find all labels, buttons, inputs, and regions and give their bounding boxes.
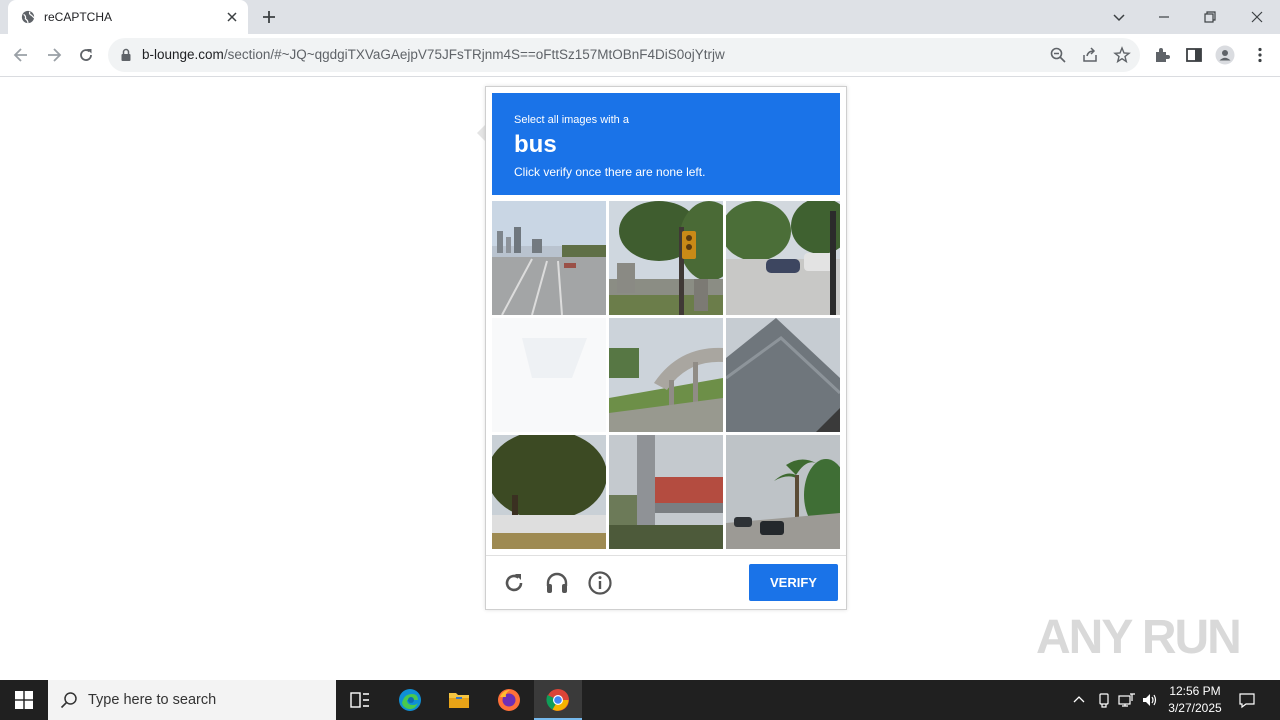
url-host: b-lounge.com: [142, 47, 224, 62]
globe-icon: [21, 10, 35, 24]
tile-image: [609, 318, 723, 432]
challenge-target: bus: [514, 131, 557, 158]
search-icon: [60, 692, 77, 709]
back-arrow-icon[interactable]: [11, 45, 31, 65]
share-icon[interactable]: [1081, 46, 1099, 64]
info-icon[interactable]: [587, 570, 613, 596]
tab-close-icon[interactable]: [224, 9, 240, 25]
taskbar-firefox[interactable]: [485, 680, 533, 720]
window-close-icon[interactable]: [1247, 7, 1267, 27]
tile-image: [492, 201, 606, 315]
new-tab-plus-icon[interactable]: [260, 8, 278, 26]
recaptcha-challenge: Select all images with a bus Click verif…: [485, 86, 847, 610]
lock-icon[interactable]: [119, 48, 133, 62]
reload-icon[interactable]: [76, 45, 96, 65]
tile-image: [492, 435, 606, 549]
tile-stadium-roof[interactable]: [726, 318, 840, 432]
clock-date: 3/27/2025: [1168, 701, 1222, 715]
taskbar-file-explorer[interactable]: [435, 680, 483, 720]
challenge-footer: VERIFY: [486, 555, 846, 610]
tray-chevron-up-icon[interactable]: [1070, 691, 1088, 709]
verify-button[interactable]: VERIFY: [749, 564, 838, 601]
forward-arrow-icon[interactable]: [44, 45, 64, 65]
reload-challenge-icon[interactable]: [501, 570, 527, 596]
clock-time: 12:56 PM: [1169, 684, 1221, 698]
task-view-icon: [350, 692, 369, 708]
volume-icon[interactable]: [1141, 691, 1159, 709]
notification-icon[interactable]: [1238, 691, 1256, 709]
tile-overpass[interactable]: [609, 318, 723, 432]
tile-palm-street[interactable]: [726, 435, 840, 549]
taskbar-search-box[interactable]: Type here to search: [48, 680, 336, 720]
instruction-line1: Select all images with a: [514, 114, 629, 126]
tile-image: [609, 201, 723, 315]
challenge-banner: Select all images with a bus Click verif…: [492, 93, 840, 195]
windows-taskbar: Type here to search 12:56 PM 3/27/2025: [0, 680, 1280, 720]
windows-start-icon[interactable]: [15, 691, 33, 709]
instruction-line2: Click verify once there are none left.: [514, 165, 706, 179]
tile-parked-cars[interactable]: [726, 201, 840, 315]
browser-toolbar: b-lounge.com/section/#~JQ~qgdgiTXVaGAejp…: [0, 34, 1280, 77]
anyrun-watermark: ANY RUN: [1036, 611, 1242, 664]
url-path: /section/#~JQ~qgdgiTXVaGAejpV75JFsTRjnm4…: [223, 47, 725, 62]
firefox-icon: [498, 689, 520, 711]
tile-traffic-light[interactable]: [609, 201, 723, 315]
tile-image: [726, 435, 840, 549]
tile-bridge-pillar[interactable]: [609, 435, 723, 549]
search-placeholder: Type here to search: [88, 692, 217, 708]
tab-strip: reCAPTCHA: [0, 0, 1280, 34]
tile-image: [726, 318, 840, 432]
profile-avatar-icon[interactable]: [1215, 45, 1235, 65]
taskbar-chrome[interactable]: [534, 680, 582, 720]
tile-faded-blank[interactable]: [492, 318, 606, 432]
tab-title: reCAPTCHA: [44, 10, 113, 24]
image-grid: [492, 201, 840, 549]
network-icon[interactable]: [1118, 691, 1136, 709]
chrome-icon: [546, 689, 569, 711]
task-view-button[interactable]: [336, 680, 384, 720]
tile-tree[interactable]: [492, 435, 606, 549]
taskbar-clock[interactable]: 12:56 PM 3/27/2025: [1160, 683, 1230, 717]
side-panel-icon[interactable]: [1184, 45, 1204, 65]
tab-recaptcha[interactable]: reCAPTCHA: [8, 0, 248, 34]
usb-device-icon[interactable]: [1095, 691, 1113, 709]
tile-image: [609, 435, 723, 549]
menu-dots-icon[interactable]: [1250, 45, 1270, 65]
minimize-icon[interactable]: [1154, 7, 1174, 27]
bookmark-star-icon[interactable]: [1113, 46, 1131, 64]
taskbar-edge[interactable]: [386, 680, 434, 720]
tile-image: [726, 201, 840, 315]
address-bar[interactable]: b-lounge.com/section/#~JQ~qgdgiTXVaGAejp…: [108, 38, 1140, 72]
extensions-puzzle-icon[interactable]: [1152, 45, 1172, 65]
zoom-icon[interactable]: [1049, 46, 1067, 64]
audio-headphones-icon[interactable]: [544, 570, 570, 596]
tile-highway-skyline[interactable]: [492, 201, 606, 315]
url-text[interactable]: b-lounge.com/section/#~JQ~qgdgiTXVaGAejp…: [142, 47, 725, 62]
edge-icon: [399, 689, 421, 711]
restore-icon[interactable]: [1200, 7, 1220, 27]
tab-search-chevron-icon[interactable]: [1109, 7, 1129, 27]
folder-icon: [449, 693, 469, 708]
tile-image: [492, 318, 606, 432]
